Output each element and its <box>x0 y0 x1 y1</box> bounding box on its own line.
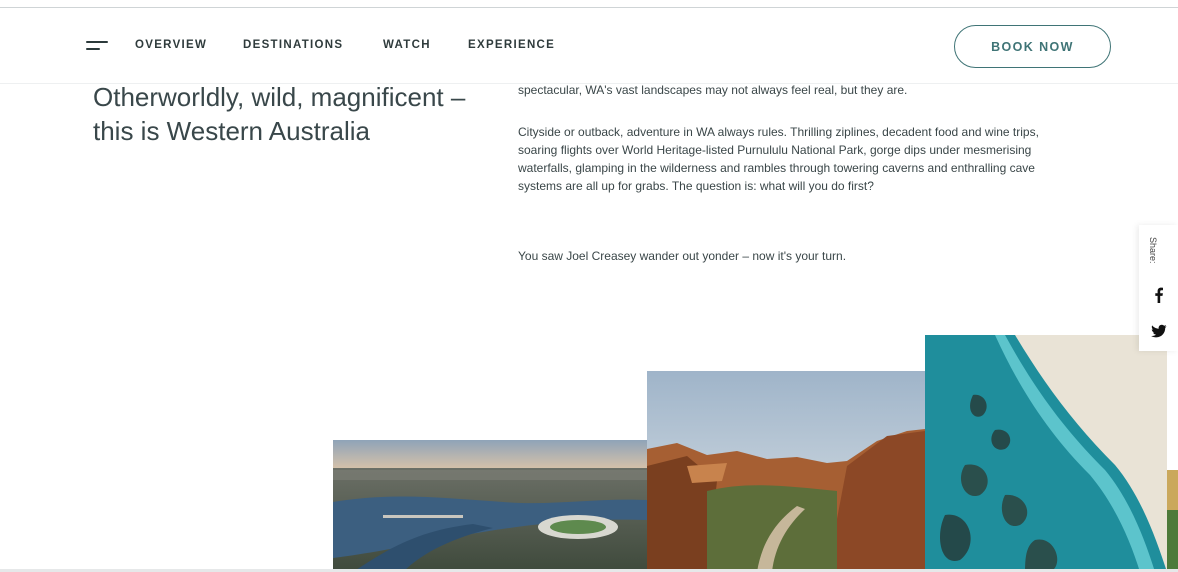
partial-coast-image <box>1167 470 1178 572</box>
nav-link-destinations[interactable]: DESTINATIONS <box>243 39 343 51</box>
nav-link-watch[interactable]: WATCH <box>383 39 431 51</box>
share-panel: Share: <box>1139 225 1178 351</box>
facebook-icon[interactable] <box>1151 287 1167 303</box>
turquoise-coast-aerial-image <box>925 335 1167 572</box>
body-paragraph-adventure: Cityside or outback, adventure in WA alw… <box>518 125 1039 193</box>
nav-link-experience[interactable]: EXPERIENCE <box>468 39 555 51</box>
kimberley-gorge-image <box>647 371 925 572</box>
perth-city-aerial-image <box>333 440 647 572</box>
twitter-icon[interactable] <box>1151 323 1167 339</box>
share-label: Share: <box>1148 237 1158 264</box>
body-paragraph-closing: You saw Joel Creasey wander out yonder –… <box>518 249 847 263</box>
book-now-button[interactable]: BOOK NOW <box>954 25 1111 68</box>
nav-link-overview[interactable]: OVERVIEW <box>135 39 207 51</box>
hamburger-menu-icon[interactable] <box>86 39 108 53</box>
top-navigation: OVERVIEW DESTINATIONS WATCH EXPERIENCE B… <box>0 8 1178 84</box>
page-headline: Otherworldly, wild, magnificent – this i… <box>93 82 466 146</box>
